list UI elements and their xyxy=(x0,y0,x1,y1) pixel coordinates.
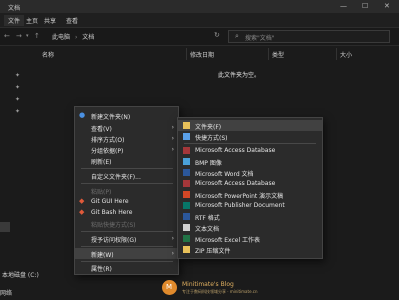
menu-item-new[interactable]: 新建(W) › xyxy=(75,248,178,259)
nav-item-local-disk[interactable]: 本地磁盘 (C:) xyxy=(2,270,39,279)
menu-item-properties[interactable]: 属性(R) xyxy=(75,262,178,273)
column-size[interactable]: 大小 xyxy=(340,50,352,59)
word-icon xyxy=(183,169,190,176)
nav-selected-item[interactable] xyxy=(0,222,10,232)
bmp-image-icon xyxy=(183,158,190,165)
maximize-button[interactable]: ☐ xyxy=(362,2,368,10)
address-bar: ← → ▾ ↑ 此电脑 › 文档 ↻ ⌕ 搜索"文档" xyxy=(0,28,399,46)
submenu-item-word[interactable]: Microsoft Word 文档 xyxy=(178,167,322,178)
window-title: 文档 xyxy=(8,5,21,12)
powerpoint-icon xyxy=(183,191,190,198)
column-type[interactable]: 类型 xyxy=(272,50,284,59)
menu-item-git-gui[interactable]: ◆ Git GUI Here xyxy=(75,196,178,207)
zip-icon xyxy=(183,246,190,253)
watermark-subtitle: 专注于数码科技领域分享 · minitimate.cn xyxy=(182,289,258,294)
submenu-item-text[interactable]: 文本文档 xyxy=(178,222,322,233)
git-gui-icon: ◆ xyxy=(79,197,85,205)
ribbon-tabs: 文件 主页 共享 查看 xyxy=(0,13,399,28)
refresh-icon[interactable]: ↻ xyxy=(214,31,220,39)
git-bash-icon: ◆ xyxy=(79,208,85,216)
menu-item-group[interactable]: 分组依据(P) › xyxy=(75,144,178,155)
chevron-right-icon: › xyxy=(171,250,174,257)
text-document-icon xyxy=(183,224,190,231)
chevron-right-icon: › xyxy=(74,34,78,41)
up-arrow-icon[interactable]: ↑ xyxy=(34,32,40,40)
search-placeholder: 搜索"文档" xyxy=(245,35,275,42)
tab-file[interactable]: 文件 xyxy=(4,15,25,26)
watermark-title: Minitimate's Blog xyxy=(182,281,234,288)
menu-item-sort[interactable]: 排序方式(O) › xyxy=(75,133,178,144)
excel-icon xyxy=(183,235,190,242)
column-divider[interactable] xyxy=(186,48,187,60)
new-folder-icon: ● xyxy=(79,111,86,119)
empty-folder-message: 此文件夹为空。 xyxy=(218,72,261,79)
menu-item-grant-access[interactable]: 授予访问权限(G) › xyxy=(75,233,178,244)
publisher-icon xyxy=(183,202,190,209)
new-submenu: 文件夹(F) 快捷方式(S) Microsoft Access Database… xyxy=(177,117,323,259)
blog-logo: M xyxy=(162,280,177,295)
submenu-item-powerpoint[interactable]: Microsoft PowerPoint 演示文稿 xyxy=(178,189,322,200)
folder-icon xyxy=(183,122,190,129)
title-bar: 文档 — ☐ ✕ xyxy=(0,0,399,13)
menu-item-paste: 粘贴(P) xyxy=(91,189,112,196)
submenu-item-access-2[interactable]: Microsoft Access Database xyxy=(178,178,322,189)
tab-share[interactable]: 共享 xyxy=(44,16,56,25)
menu-item-refresh[interactable]: 刷新(E) xyxy=(75,155,178,166)
rtf-icon xyxy=(183,213,190,220)
chevron-right-icon: › xyxy=(171,235,174,242)
context-menu: ● 新建文件夹(N) 查看(V) › 排序方式(O) › 分组依据(P) › 刷… xyxy=(74,106,179,275)
column-divider[interactable] xyxy=(268,48,269,60)
submenu-item-access[interactable]: Microsoft Access Database xyxy=(178,145,322,156)
submenu-item-excel[interactable]: Microsoft Excel 工作表 xyxy=(178,233,322,244)
back-arrow-icon[interactable]: ← xyxy=(4,32,10,40)
minimize-button[interactable]: — xyxy=(340,2,347,10)
search-icon: ⌕ xyxy=(235,32,239,40)
pin-icon: ✦ xyxy=(15,72,21,79)
access-icon xyxy=(183,147,190,154)
search-input[interactable]: ⌕ 搜索"文档" xyxy=(228,30,390,43)
close-button[interactable]: ✕ xyxy=(384,2,390,10)
nav-item-network[interactable]: 网络 xyxy=(0,288,12,297)
submenu-item-publisher[interactable]: Microsoft Publisher Document xyxy=(178,200,322,211)
pin-icon: ✦ xyxy=(15,108,21,115)
chevron-right-icon: › xyxy=(171,135,174,142)
access-icon xyxy=(183,180,190,187)
submenu-item-bmp[interactable]: BMP 图像 xyxy=(178,156,322,167)
breadcrumb-documents[interactable]: 文档 xyxy=(82,34,94,41)
shortcut-icon xyxy=(183,133,190,140)
menu-separator xyxy=(81,183,173,184)
watermark: M Minitimate's Blog 专注于数码科技领域分享 · miniti… xyxy=(162,278,272,298)
submenu-item-zip[interactable]: ZIP 压缩文件 xyxy=(178,244,322,255)
menu-separator xyxy=(81,231,173,232)
column-name[interactable]: 名称 xyxy=(42,50,54,59)
tab-home[interactable]: 主页 xyxy=(26,16,38,25)
chevron-right-icon: › xyxy=(171,146,174,153)
breadcrumb-pc[interactable]: 此电脑 xyxy=(52,34,70,41)
pin-icon: ✦ xyxy=(15,96,21,103)
submenu-item-shortcut[interactable]: 快捷方式(S) xyxy=(178,131,322,142)
submenu-item-folder[interactable]: 文件夹(F) xyxy=(178,120,322,131)
breadcrumb: 此电脑 › 文档 xyxy=(52,32,97,41)
chevron-right-icon: › xyxy=(171,124,174,131)
menu-item-git-bash[interactable]: ◆ Git Bash Here xyxy=(75,207,178,218)
menu-separator xyxy=(81,168,173,169)
pin-icon: ✦ xyxy=(15,84,21,91)
menu-item-view[interactable]: 查看(V) › xyxy=(75,122,178,133)
submenu-item-rtf[interactable]: RTF 格式 xyxy=(178,211,322,222)
menu-separator xyxy=(184,143,316,144)
column-divider[interactable] xyxy=(336,48,337,60)
menu-item-paste-shortcut: 粘贴快捷方式(S) xyxy=(91,222,136,229)
chevron-down-icon[interactable]: ▾ xyxy=(26,33,29,39)
menu-separator xyxy=(81,246,173,247)
forward-arrow-icon[interactable]: → xyxy=(16,32,22,40)
column-modified[interactable]: 修改日期 xyxy=(190,50,214,59)
menu-item-new-folder[interactable]: ● 新建文件夹(N) xyxy=(75,110,178,121)
tab-view[interactable]: 查看 xyxy=(66,16,78,25)
menu-item-customize-folder[interactable]: 自定义文件夹(F)... xyxy=(75,170,178,181)
